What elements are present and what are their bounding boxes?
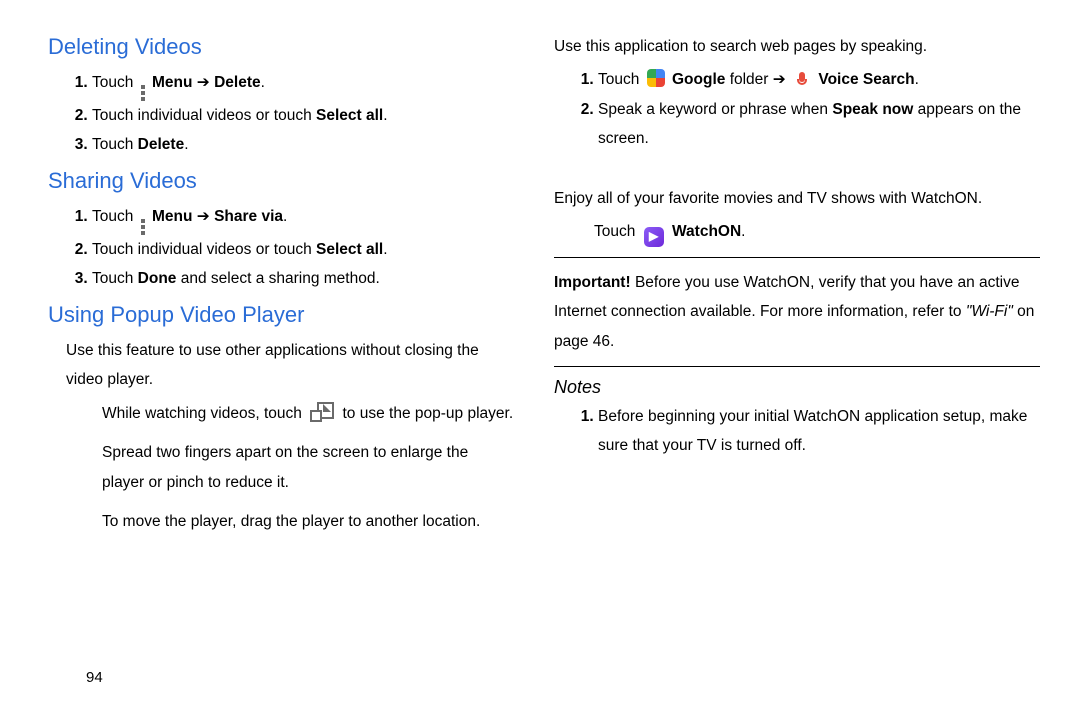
text: While watching videos, touch xyxy=(102,405,306,422)
text: and select a sharing method. xyxy=(176,270,379,287)
notes-list: Before beginning your initial WatchON ap… xyxy=(554,402,1040,461)
sharing-step-3: Touch Done and select a sharing method. xyxy=(92,264,514,293)
done-label: Done xyxy=(138,270,177,287)
notes-item-1: Before beginning your initial WatchON ap… xyxy=(598,402,1040,461)
watchon-icon: ▶ xyxy=(644,227,664,247)
text: Touch xyxy=(598,71,644,88)
text: Touch individual videos or touch xyxy=(92,241,316,258)
voice-step-1: Touch Google folder ➔ Voice Search. xyxy=(598,65,1040,94)
voice-steps: Touch Google folder ➔ Voice Search. Spea… xyxy=(554,65,1040,153)
heading-sharing-videos: Sharing Videos xyxy=(48,168,514,194)
deleting-step-3: Touch Delete. xyxy=(92,130,514,159)
important-label: Important! xyxy=(554,274,631,291)
left-column: Deleting Videos Touch Menu ➔ Delete. Tou… xyxy=(48,28,544,720)
menu-label: Menu xyxy=(152,74,192,91)
google-folder-icon xyxy=(647,69,665,87)
text: Touch xyxy=(594,223,640,240)
page-number: 94 xyxy=(86,669,103,686)
deleting-step-2: Touch individual videos or touch Select … xyxy=(92,101,514,130)
voice-step-2: Speak a keyword or phrase when Speak now… xyxy=(598,95,1040,154)
popup-player-icon xyxy=(310,402,334,422)
watchon-intro: Enjoy all of your favorite movies and TV… xyxy=(554,184,1040,213)
popup-intro: Use this feature to use other applicatio… xyxy=(66,336,514,395)
menu-icon xyxy=(141,219,145,235)
horizontal-rule xyxy=(554,257,1040,258)
voice-search-label: Voice Search xyxy=(818,71,914,88)
heading-deleting-videos: Deleting Videos xyxy=(48,34,514,60)
select-all-label: Select all xyxy=(316,107,383,124)
text: Speak a keyword or phrase when xyxy=(598,101,832,118)
sharing-steps: Touch Menu ➔ Share via. Touch individual… xyxy=(48,202,514,294)
popup-bullet-3: To move the player, drag the player to a… xyxy=(102,507,514,536)
google-label: Google xyxy=(672,71,725,88)
text: Touch xyxy=(92,136,138,153)
delete-label: Delete xyxy=(138,136,185,153)
text: to use the pop-up player. xyxy=(343,405,514,422)
select-all-label: Select all xyxy=(316,241,383,258)
wifi-ref: "Wi-Fi" xyxy=(966,303,1013,320)
right-column: Use this application to search web pages… xyxy=(544,28,1040,720)
text: folder ➔ xyxy=(730,71,790,88)
menu-label: Menu xyxy=(152,208,192,225)
horizontal-rule xyxy=(554,366,1040,367)
menu-icon xyxy=(141,85,145,101)
text: Touch xyxy=(92,74,133,91)
heading-popup-video: Using Popup Video Player xyxy=(48,302,514,328)
notes-heading: Notes xyxy=(554,377,1040,398)
voice-intro: Use this application to search web pages… xyxy=(554,32,1040,61)
watchon-important: Important! Before you use WatchON, verif… xyxy=(554,268,1040,356)
text: Touch xyxy=(92,270,138,287)
mic-icon xyxy=(793,70,811,88)
sharing-step-2: Touch individual videos or touch Select … xyxy=(92,235,514,264)
speak-now-label: Speak now xyxy=(832,101,913,118)
watchon-touch-line: Touch ▶ WatchON. xyxy=(594,217,1040,246)
deleting-step-1: Touch Menu ➔ Delete. xyxy=(92,68,514,101)
popup-bullet-1: While watching videos, touch to use the … xyxy=(102,399,514,428)
arrow: ➔ xyxy=(197,74,214,91)
text: Touch individual videos or touch xyxy=(92,107,316,124)
manual-page: Deleting Videos Touch Menu ➔ Delete. Tou… xyxy=(0,0,1080,720)
popup-bullet-2: Spread two fingers apart on the screen t… xyxy=(102,438,514,497)
arrow: ➔ xyxy=(197,208,214,225)
delete-label: Delete xyxy=(214,74,261,91)
watchon-label: WatchON xyxy=(672,223,741,240)
share-via-label: Share via xyxy=(214,208,283,225)
sharing-step-1: Touch Menu ➔ Share via. xyxy=(92,202,514,235)
deleting-steps: Touch Menu ➔ Delete. Touch individual vi… xyxy=(48,68,514,160)
text: Touch xyxy=(92,208,133,225)
